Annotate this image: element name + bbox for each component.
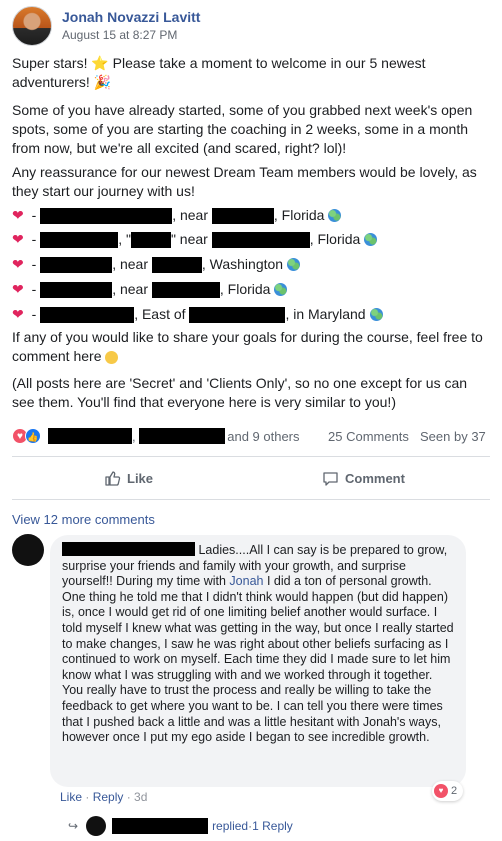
welcome-list-item: ❤ - , " " near , Florida (12, 230, 378, 249)
globe-icon (328, 209, 342, 222)
comment-time[interactable]: 3d (134, 790, 147, 804)
comment-reaction-count[interactable]: ♥ 2 (432, 781, 464, 801)
globe-icon (364, 233, 378, 246)
redacted-commenter-name[interactable] (62, 542, 195, 556)
redacted-name (40, 231, 119, 248)
redacted-name (40, 256, 113, 273)
globe-icon (369, 308, 383, 321)
reactor-names[interactable]: , and 9 others (48, 428, 300, 444)
smile-icon (105, 350, 119, 364)
and-others-link[interactable]: and 9 others (227, 429, 299, 444)
redacted-place (211, 231, 310, 248)
heart-icon: ❤ (12, 231, 24, 247)
like-button[interactable]: Like (104, 466, 153, 490)
redacted-name (112, 818, 209, 834)
reply-summary[interactable]: ↪ replied · 1 Reply (68, 816, 293, 836)
comment-icon (323, 471, 338, 486)
redacted-name (139, 428, 226, 444)
comment-button[interactable]: Comment (322, 466, 405, 490)
redacted-place (151, 281, 220, 298)
heart-icon: ❤ (12, 306, 24, 322)
post-paragraph-1: Super stars! ⭐ Please take a moment to w… (12, 55, 426, 90)
seen-by-link[interactable]: Seen by 37 (420, 429, 486, 444)
thumbs-up-icon (105, 470, 121, 486)
commenter-avatar[interactable] (12, 534, 44, 566)
welcome-list-item: ❤ - , near , Florida (12, 280, 288, 299)
redacted-name (40, 306, 135, 323)
divider (12, 456, 490, 457)
welcome-list-item: ❤ - , near , Florida (12, 206, 342, 225)
redacted-name (40, 207, 173, 224)
redacted-place (151, 256, 202, 273)
redacted-name (48, 428, 132, 444)
redacted-nickname (130, 231, 171, 248)
comment-text: Ladies....All I can say is be prepared t… (62, 542, 454, 745)
reply-arrow-icon: ↪ (68, 819, 79, 833)
heart-icon: ❤ (12, 256, 24, 272)
post-header: Jonah Novazzi Lavitt August 15 at 8:27 P… (12, 4, 482, 48)
globe-icon (287, 258, 301, 271)
post-paragraph-4: If any of you would like to share your g… (12, 329, 483, 364)
view-more-comments-link[interactable]: View 12 more comments (12, 512, 155, 527)
replier-avatar (86, 816, 107, 836)
like-reaction-icon[interactable]: 👍 (25, 428, 41, 444)
heart-icon: ❤ (12, 207, 24, 223)
author-name[interactable]: Jonah Novazzi Lavitt (62, 9, 200, 25)
welcome-list-item: ❤ - , East of , in Maryland (12, 305, 383, 324)
comment-actions: Like · Reply · 3d (60, 790, 148, 804)
author-avatar[interactable] (12, 6, 52, 46)
comments-count-link[interactable]: 25 Comments (328, 429, 409, 444)
heart-icon: ❤ (12, 281, 24, 297)
globe-icon (274, 283, 288, 296)
post-paragraph-5: (All posts here are 'Secret' and 'Client… (12, 375, 468, 410)
comment-bubble: Ladies....All I can say is be prepared t… (50, 535, 466, 787)
comment-reply-link[interactable]: Reply (93, 790, 124, 804)
welcome-list-item: ❤ - , near , Washington (12, 255, 301, 274)
redacted-place (189, 306, 286, 323)
redacted-name (40, 281, 113, 298)
mention-link[interactable]: Jonah (229, 574, 263, 588)
reactions-summary: ♥ 👍 , and 9 others 25 Comments Seen by 3… (12, 426, 490, 446)
post-paragraph-2: Some of you have already started, some o… (12, 102, 473, 156)
love-reaction-icon: ♥ (434, 784, 448, 798)
post-timestamp[interactable]: August 15 at 8:27 PM (62, 28, 177, 42)
redacted-place (211, 207, 274, 224)
post-paragraph-3: Any reassurance for our newest Dream Tea… (12, 164, 477, 199)
comment-like-link[interactable]: Like (60, 790, 82, 804)
